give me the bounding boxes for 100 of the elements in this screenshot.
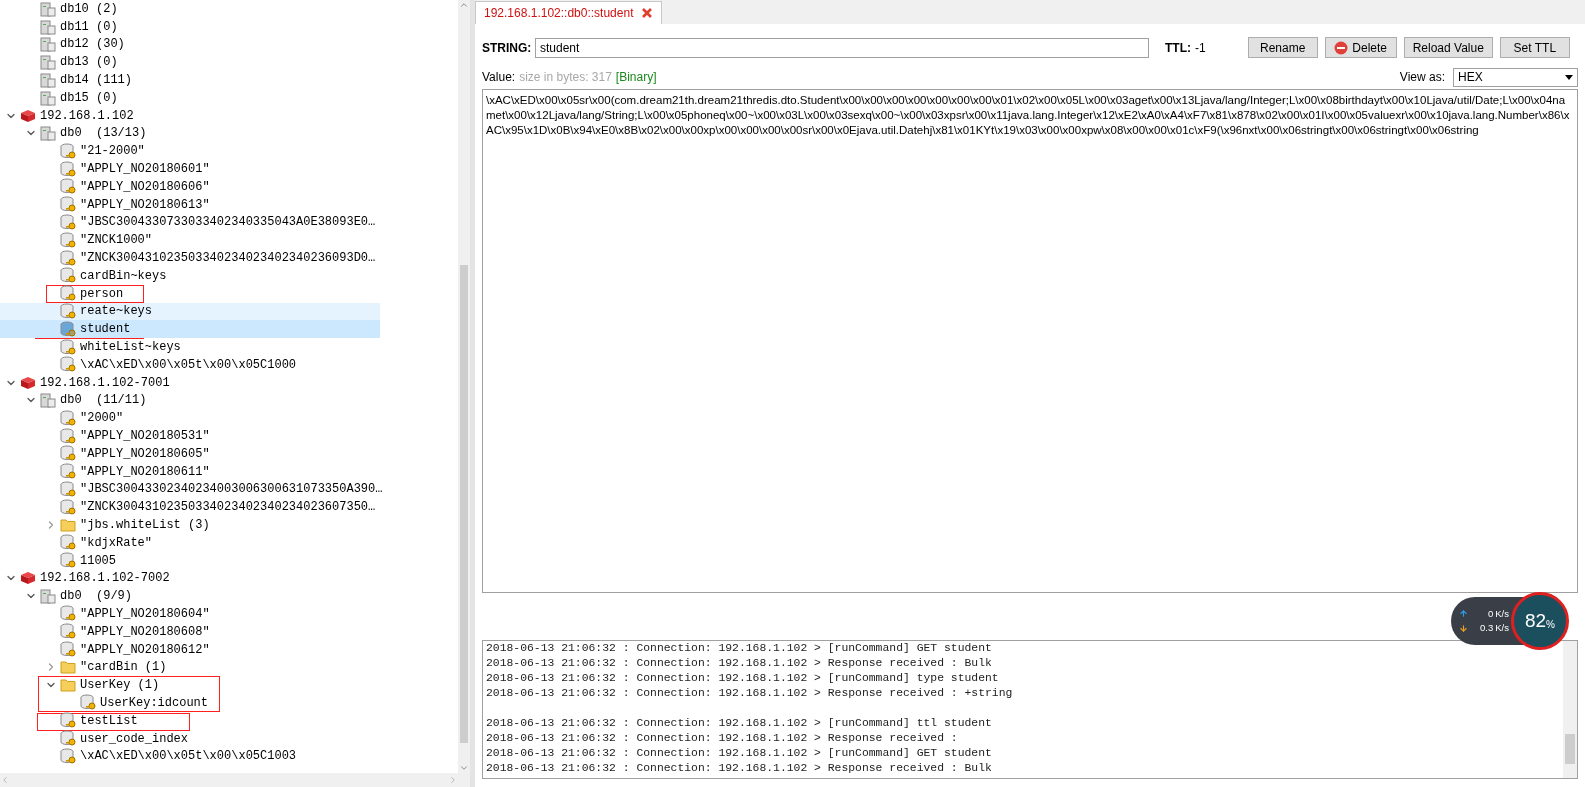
tree-item[interactable]: db0 (9/9) xyxy=(0,587,380,606)
database-server-icon xyxy=(40,392,56,409)
toolbar-button[interactable]: Rename xyxy=(1247,37,1318,58)
tree-item[interactable]: db12 (30) xyxy=(0,35,380,54)
delete-icon xyxy=(1334,40,1349,55)
delete-button[interactable]: Delete xyxy=(1324,37,1397,58)
upload-arrow-icon xyxy=(1459,609,1468,619)
tree-item[interactable]: "APPLY_NO20180604" xyxy=(0,605,380,623)
database-key-icon xyxy=(60,231,77,249)
value-format-tag: [Binary] xyxy=(615,68,657,86)
tree-item[interactable]: "ZNCK300431023503340234023402340236093D0… xyxy=(0,249,380,267)
database-server-icon xyxy=(40,54,56,71)
database-key-icon xyxy=(60,623,77,641)
key-tab[interactable]: 192.168.1.102::db0::student xyxy=(475,1,663,24)
tree-item[interactable]: reate~keys xyxy=(0,302,380,321)
database-server-icon xyxy=(40,0,56,17)
download-unit: K/s xyxy=(1495,621,1509,635)
key-name-field[interactable]: student xyxy=(535,37,1149,58)
folder-icon xyxy=(60,678,76,693)
tree-item[interactable]: cardBin~keys xyxy=(0,266,380,285)
database-key-icon xyxy=(60,712,77,730)
close-icon[interactable] xyxy=(641,7,654,19)
database-server-icon xyxy=(40,125,56,142)
tree-item[interactable]: "cardBin (1) xyxy=(0,658,380,677)
log-line: 2018-06-13 21:06:32 : Connection: 192.168.1.102 > [runCommand] GET student xyxy=(486,746,992,761)
tree-item[interactable]: 192.168.1.102 xyxy=(0,106,380,125)
database-key-icon xyxy=(60,427,77,445)
tree-item[interactable]: user_code_index xyxy=(0,729,380,748)
tree-item[interactable]: db15 (0) xyxy=(0,89,380,107)
tree-item[interactable]: 11005 xyxy=(0,551,380,570)
ttl-value: -1 xyxy=(1195,39,1206,57)
tree-item[interactable]: "APPLY_NO20180611" xyxy=(0,462,380,481)
tree-item[interactable]: "kdjxRate" xyxy=(0,533,380,552)
database-key-icon xyxy=(60,445,77,463)
tree-item[interactable]: "21-2000" xyxy=(0,142,380,161)
tree-item[interactable]: "JBSC3004330733033402340335043A0E38093E0… xyxy=(0,213,380,232)
scrollbar-thumb[interactable] xyxy=(460,265,468,743)
tree-item[interactable]: 192.168.1.102-7001 xyxy=(0,373,380,392)
tree-item[interactable]: "APPLY_NO20180601" xyxy=(0,160,380,178)
tree-item[interactable]: \xAC\xED\x00\x05t\x00\x05C1000 xyxy=(0,355,380,374)
folder-icon xyxy=(60,660,76,675)
tree-item[interactable]: whiteList~keys xyxy=(0,338,380,356)
log-line: 2018-06-13 21:06:32 : Connection: 192.168.1.102 > Response received : +string xyxy=(486,686,1013,701)
database-key-icon xyxy=(60,160,77,178)
tree-item[interactable]: student xyxy=(0,320,380,339)
database-key-icon xyxy=(60,480,77,498)
database-key-icon xyxy=(60,302,77,320)
server-cube-icon xyxy=(20,375,36,390)
database-key-icon xyxy=(60,196,77,214)
database-key-icon xyxy=(60,213,77,231)
tree-item[interactable]: \xAC\xED\x00\x05t\x00\x05C1003 xyxy=(0,747,380,766)
server-cube-icon xyxy=(20,108,36,123)
tree-item[interactable]: "2000" xyxy=(0,409,380,428)
toolbar-button[interactable]: Set TTL xyxy=(1499,37,1570,58)
tree-item[interactable]: "jbs.whiteList (3) xyxy=(0,516,380,534)
tree-item[interactable]: UserKey:idcount xyxy=(0,694,380,712)
database-server-icon xyxy=(40,36,56,53)
database-key-icon xyxy=(60,747,77,765)
tree-item[interactable]: "APPLY_NO20180613" xyxy=(0,195,380,214)
vertical-scrollbar[interactable] xyxy=(458,0,470,773)
tree-item[interactable]: "APPLY_NO20180531" xyxy=(0,427,380,445)
upload-unit: K/s xyxy=(1495,606,1509,621)
horizontal-scrollbar[interactable] xyxy=(0,773,470,787)
database-key-icon xyxy=(60,356,77,374)
database-key-icon xyxy=(60,641,77,659)
tree-item[interactable]: person xyxy=(0,284,380,303)
database-key-icon xyxy=(60,267,77,285)
database-key-icon xyxy=(60,463,77,481)
tree-item[interactable]: db0 (13/13) xyxy=(0,124,380,143)
log-scrollbar[interactable] xyxy=(1563,641,1577,778)
tree-item[interactable]: "ZNCK1000" xyxy=(0,231,380,250)
value-text-area[interactable]: \xAC\xED\x00\x05sr\x00(com.dream21th.dream21thredis.dto.Student\x00\x00\x00\x00\x00\x00\x00\x01\x02\x00\x05L\x00\x03aget\x00\x13Ljava/lang/Integer;L\x00\x08birthdayt\x00\x10Ljava/util/Date;L\x00\x04namet\x00\x12Ljava/lang/String;L\x00\x05phoneq\x00~\x00\x03L\x00\x03sexq\x00~\x00\x03xpsr\x00\x11java.lang.Integer\x12\xE2\xA0\xA4\xF7\x81\x878\x02\x00\x01I\x00\x05valuexr\x00\x10java.lang.Number\x86\xAC\x95\x1D\x0B\x94\xE0\x8B\x02\x00\x00xp\x00\x00\x00\x00sr\x00\x0Ejava.util.Datehj\x81\x01KYt\x19\x03\x00\x00xpw\x08\x00\x00\x01c\xF9(\x96nxt\x00\x06stringt\x00\x06stringt\x00\x06string xyxy=(482,89,1578,593)
database-key-icon xyxy=(60,249,77,267)
database-key-icon xyxy=(60,498,77,516)
database-key-icon xyxy=(60,178,77,196)
database-server-icon xyxy=(40,18,56,35)
toolbar-button[interactable]: Reload Value xyxy=(1403,37,1493,58)
tree-item[interactable]: testList xyxy=(0,711,380,730)
database-key-icon xyxy=(60,534,77,552)
tree-item[interactable]: 192.168.1.102-7002 xyxy=(0,569,380,588)
server-cube-icon xyxy=(20,571,36,586)
tree-item[interactable]: db11 (0) xyxy=(0,17,380,36)
tree-item[interactable]: db10 (2) xyxy=(0,0,380,18)
tree-item[interactable]: "JBSC30043302340234003006300631073350A390… xyxy=(0,480,380,499)
tree-item[interactable]: "APPLY_NO20180606" xyxy=(0,177,380,196)
ttl-label: TTL: xyxy=(1165,39,1191,57)
tree-item[interactable]: db0 (11/11) xyxy=(0,391,380,410)
tree-item[interactable]: "ZNCK30043102350334023402340234023607350… xyxy=(0,498,380,517)
database-key-icon xyxy=(60,605,77,623)
view-mode-select[interactable]: HEX xyxy=(1453,67,1578,87)
tree-item[interactable]: "APPLY_NO20180612" xyxy=(0,640,380,659)
tree-item[interactable]: db13 (0) xyxy=(0,53,380,72)
value-size-text: size in bytes: 317 xyxy=(519,69,612,86)
database-server-icon xyxy=(40,89,56,106)
tree-item[interactable]: db14 (111) xyxy=(0,71,380,89)
tree-item[interactable]: UserKey (1) xyxy=(0,676,380,695)
tree-item[interactable]: "APPLY_NO20180605" xyxy=(0,444,380,463)
tree-item[interactable]: "APPLY_NO20180608" xyxy=(0,622,380,641)
dropdown-arrow-icon xyxy=(1565,74,1573,80)
log-line: 2018-06-13 21:06:32 : Connection: 192.168.1.102 > Response received : Bulk xyxy=(486,761,992,776)
